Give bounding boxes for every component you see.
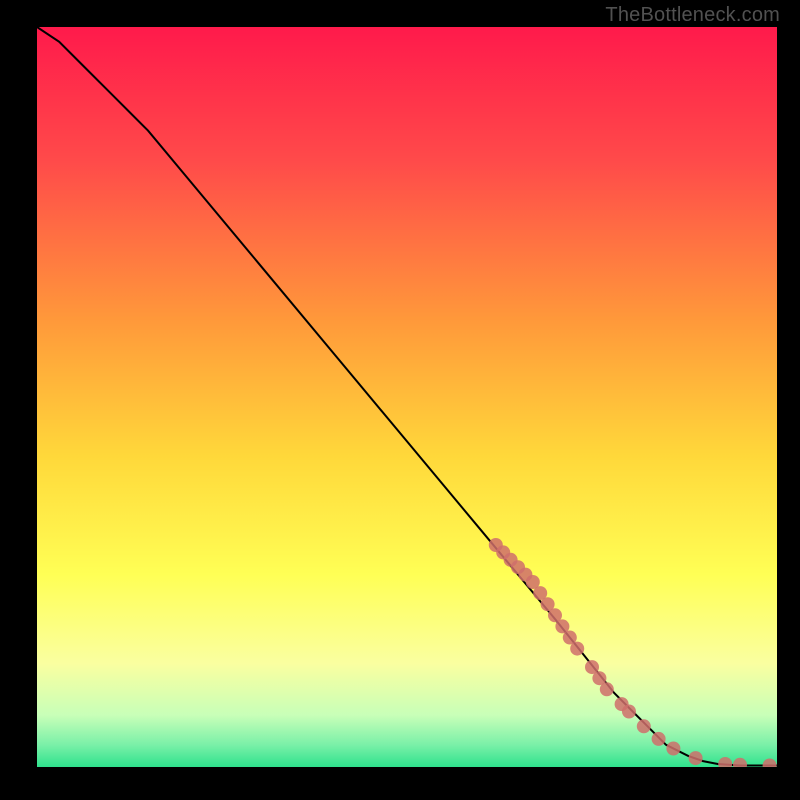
marker-point — [570, 642, 584, 656]
gradient-background — [37, 27, 777, 767]
marker-point — [689, 751, 703, 765]
plot-area — [37, 27, 777, 767]
marker-point — [600, 682, 614, 696]
marker-point — [652, 732, 666, 746]
marker-point — [637, 719, 651, 733]
marker-point — [622, 705, 636, 719]
chart-frame: TheBottleneck.com — [0, 0, 800, 800]
watermark-text: TheBottleneck.com — [605, 4, 780, 27]
marker-point — [666, 742, 680, 756]
